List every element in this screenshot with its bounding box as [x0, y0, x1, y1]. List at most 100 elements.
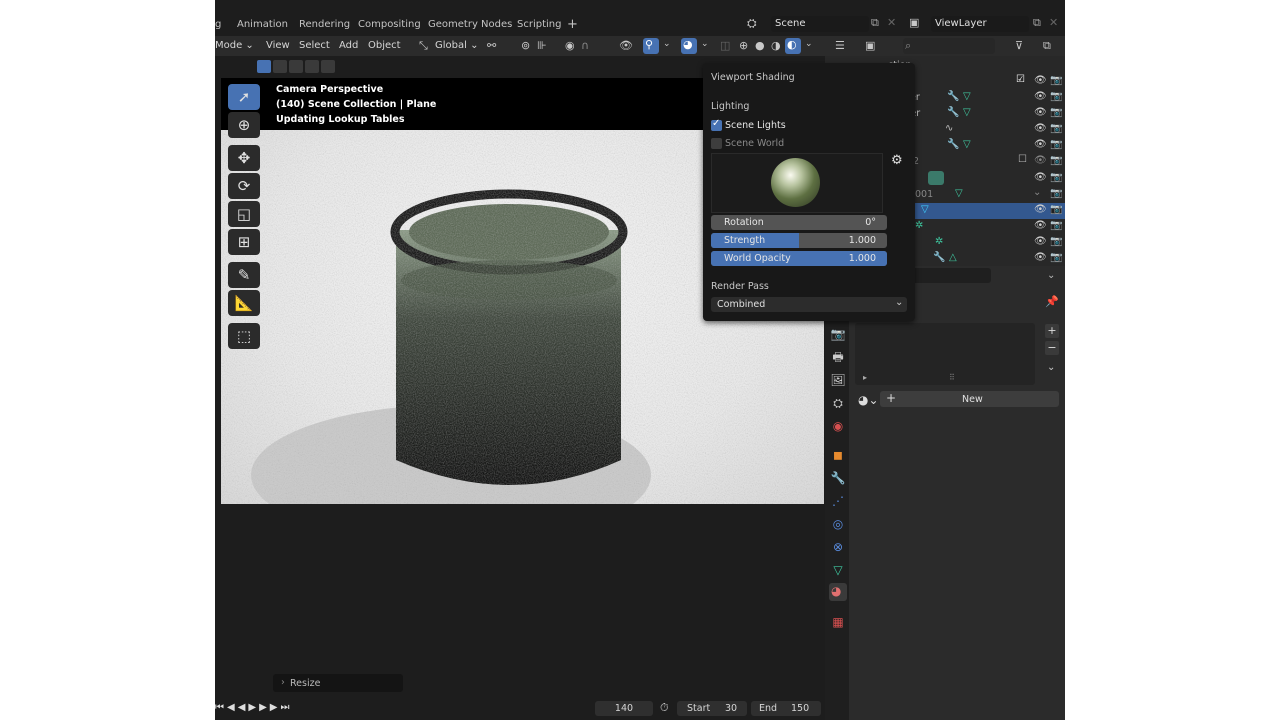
render-pass-dropdown[interactable]: Combined ⌄ — [711, 297, 907, 312]
modifier-properties-icon[interactable]: 🔧 — [829, 469, 847, 487]
stopwatch-icon[interactable]: ⏱ — [660, 701, 669, 715]
current-frame-field[interactable]: 140 — [595, 701, 653, 716]
scene-lights-checkbox[interactable]: ✓ — [711, 118, 722, 131]
camera-icon[interactable]: 📷 — [1050, 91, 1062, 102]
view-layer-selector[interactable]: ViewLayer — [931, 16, 1029, 32]
menu-select[interactable]: Select — [299, 40, 330, 51]
select-new-icon[interactable] — [257, 60, 271, 73]
transform-tool[interactable]: ⊞ — [228, 229, 260, 255]
gizmo-toggle[interactable]: ⚲ — [643, 38, 659, 54]
chevron-down-icon[interactable]: ⌄ — [663, 39, 671, 49]
eye-icon[interactable]: 👁 — [1034, 252, 1047, 263]
camera-icon[interactable]: 📷 — [1050, 107, 1062, 118]
camera-icon[interactable]: 📷 — [1050, 172, 1062, 183]
select-subtract-icon[interactable] — [289, 60, 303, 73]
close-icon[interactable]: ✕ — [1049, 16, 1058, 29]
eye-icon[interactable]: 👁 — [1034, 204, 1047, 215]
add-workspace-button[interactable]: + — [567, 17, 578, 32]
duplicate-view-layer-icon[interactable]: ⧉ — [1033, 16, 1041, 30]
last-operator-panel[interactable]: › Resize — [273, 674, 403, 692]
scene-world-checkbox[interactable] — [711, 138, 722, 149]
menu-view[interactable]: View — [266, 40, 290, 51]
eye-icon[interactable]: 👁 — [1034, 220, 1047, 231]
select-invert-icon[interactable] — [305, 60, 319, 73]
camera-icon[interactable]: 📷 — [1050, 252, 1062, 263]
world-opacity-slider[interactable]: World Opacity 1.000 — [711, 251, 887, 266]
new-material-button[interactable]: + New — [880, 391, 1059, 407]
strength-slider[interactable]: Strength 1.000 — [711, 233, 887, 248]
editor-type-icon[interactable]: ☰ — [835, 39, 845, 52]
display-mode-icon[interactable]: ▣ — [865, 39, 875, 52]
eye-icon[interactable]: 👁 — [1034, 155, 1047, 166]
render-properties-icon[interactable]: 📷 — [829, 325, 847, 343]
add-slot-button[interactable]: + — [1045, 324, 1059, 338]
camera-icon[interactable]: 📷 — [1050, 204, 1062, 215]
tab-scripting[interactable]: Scripting — [517, 19, 561, 30]
overlays-toggle[interactable]: ◕ — [681, 38, 697, 54]
camera-icon[interactable]: 📷 — [1050, 236, 1062, 247]
scene-selector[interactable]: Scene — [771, 16, 869, 32]
visibility-icon[interactable]: 👁 — [619, 39, 633, 52]
end-frame-field[interactable]: End 150 — [751, 701, 821, 716]
outliner-search-input[interactable] — [903, 38, 995, 54]
wireframe-shading-icon[interactable]: ⊕ — [739, 39, 748, 52]
object-properties-icon[interactable]: ◼ — [829, 446, 847, 464]
falloff-icon[interactable]: ∩ — [581, 39, 589, 52]
camera-icon[interactable]: 📷 — [1050, 155, 1062, 166]
scale-tool[interactable]: ◱ — [228, 201, 260, 227]
eye-icon[interactable]: 👁 — [1034, 236, 1047, 247]
tab-layout-partial[interactable]: g — [215, 19, 221, 30]
chevron-down-icon[interactable]: ⌄ — [1047, 270, 1055, 281]
filter-icon[interactable]: ⊽ — [1015, 39, 1023, 52]
solid-shading-icon[interactable]: ● — [755, 39, 765, 52]
shading-options-chevron-icon[interactable]: ⌄ — [805, 39, 813, 49]
expand-arrow-icon[interactable]: ▸ — [863, 373, 867, 382]
tab-compositing[interactable]: Compositing — [358, 19, 421, 30]
chevron-down-icon[interactable]: ⌄ — [701, 39, 709, 49]
cursor-tool[interactable]: ⊕ — [228, 112, 260, 138]
rendered-shading-button[interactable]: ◐ — [785, 38, 801, 54]
material-slot-list[interactable]: ▸ ⠿ — [855, 323, 1035, 385]
select-extend-icon[interactable] — [273, 60, 287, 73]
pin-icon[interactable]: 📌 — [1045, 295, 1059, 308]
remove-slot-button[interactable]: − — [1045, 341, 1059, 355]
eye-icon[interactable]: 👁 — [1034, 107, 1047, 118]
view-layer-properties-icon[interactable]: 🖼 — [829, 371, 847, 389]
eye-icon[interactable]: 👁 — [1034, 75, 1047, 86]
camera-icon[interactable]: 📷 — [1050, 123, 1062, 134]
scene-properties-icon[interactable]: ⛭ — [829, 394, 847, 412]
mode-selector[interactable]: Mode ⌄ — [215, 40, 254, 51]
material-shading-icon[interactable]: ◑ — [771, 39, 781, 52]
output-properties-icon[interactable]: 🖶 — [829, 348, 847, 366]
select-box-tool[interactable]: ➚ — [228, 84, 260, 110]
camera-icon[interactable]: 📷 — [1050, 220, 1062, 231]
close-icon[interactable]: ✕ — [887, 16, 896, 29]
xray-icon[interactable]: ◫ — [720, 39, 730, 52]
particles-properties-icon[interactable]: ⋰ — [829, 492, 847, 510]
rotate-tool[interactable]: ⟳ — [228, 173, 260, 199]
texture-properties-icon[interactable]: ▦ — [829, 613, 847, 631]
transform-orientation-dropdown[interactable]: Global ⌄ — [435, 40, 478, 51]
select-intersect-icon[interactable] — [321, 60, 335, 73]
annotate-tool[interactable]: ✎ — [228, 262, 260, 288]
snap-icon[interactable]: ⊚ — [521, 39, 530, 52]
eye-icon[interactable]: 👁 — [1034, 91, 1047, 102]
world-properties-icon[interactable]: ◉ — [829, 417, 847, 435]
checkbox-icon[interactable]: ☑ — [1016, 74, 1025, 85]
tab-animation[interactable]: Animation — [237, 19, 288, 30]
resize-grip-icon[interactable]: ⠿ — [949, 373, 955, 382]
snap-target-icon[interactable]: ⊪ — [537, 39, 547, 52]
camera-icon[interactable]: 📷 — [1050, 75, 1062, 86]
eye-icon[interactable]: 👁 — [1034, 172, 1047, 183]
measure-tool[interactable]: 📐 — [228, 290, 260, 316]
chevron-down-icon[interactable]: ⌄ — [1047, 362, 1055, 373]
material-tab-active[interactable]: ◕ — [829, 583, 847, 601]
proportional-edit-icon[interactable]: ◉ — [565, 39, 575, 52]
eye-icon[interactable]: 👁 — [1034, 139, 1047, 150]
gear-icon[interactable]: ⚙ — [891, 153, 903, 168]
menu-add[interactable]: Add — [339, 40, 358, 51]
data-properties-icon[interactable]: ▽ — [829, 561, 847, 579]
material-browse-icon[interactable]: ◕⌄ — [858, 393, 879, 407]
start-frame-field[interactable]: Start 30 — [677, 701, 747, 716]
menu-object[interactable]: Object — [368, 40, 401, 51]
